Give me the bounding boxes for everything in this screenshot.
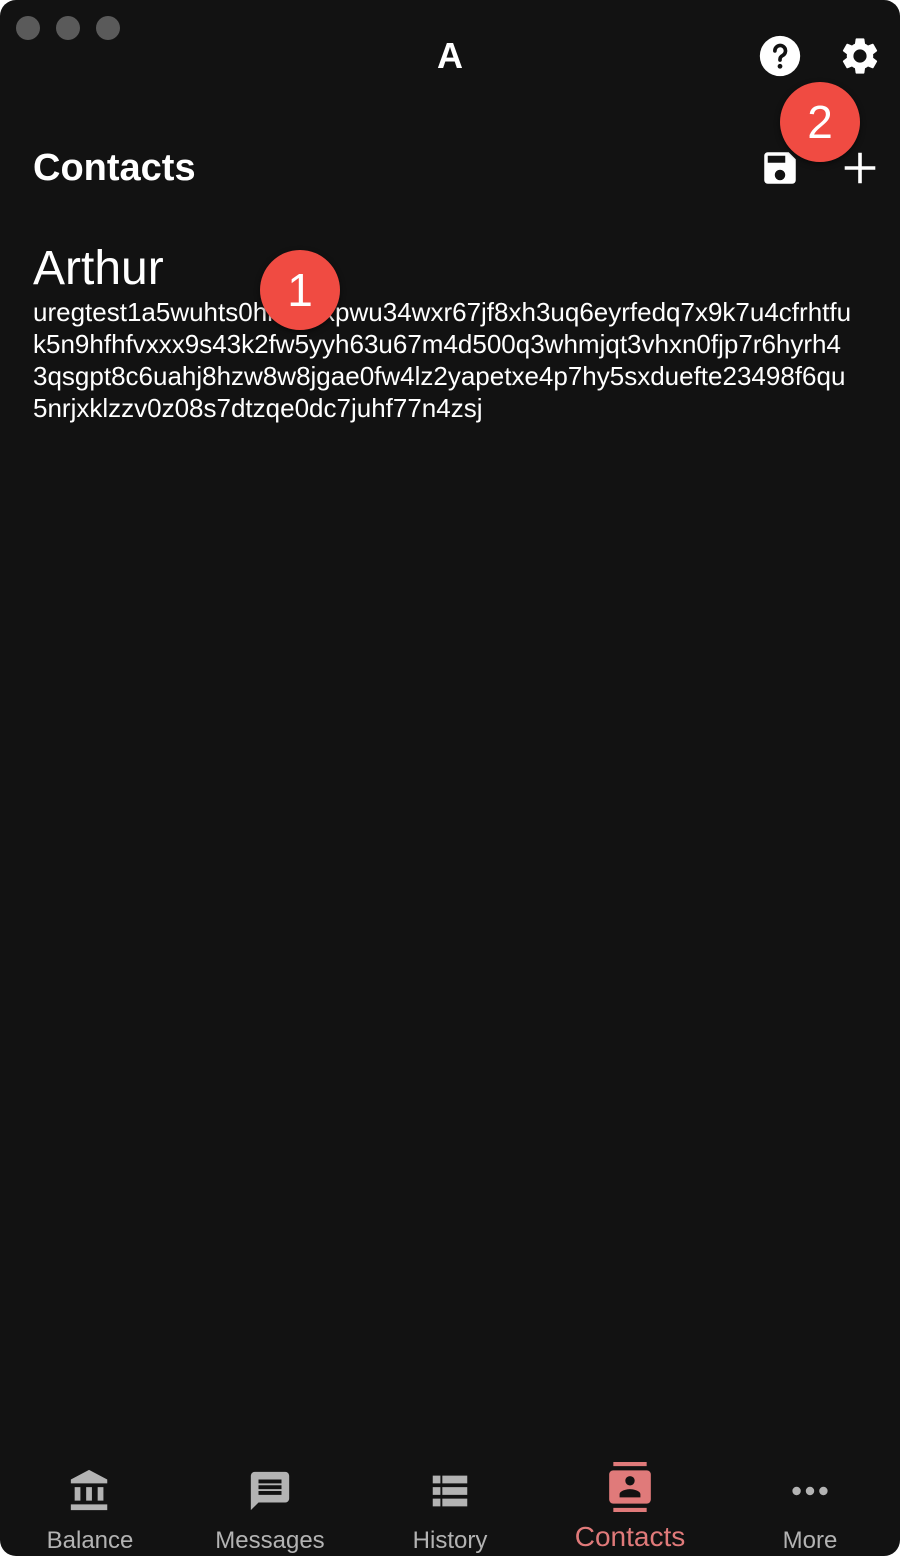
contacts-icon <box>609 1462 651 1512</box>
message-icon <box>250 1471 290 1511</box>
history-list-icon <box>432 1475 468 1507</box>
nav-label-balance: Balance <box>46 1527 134 1554</box>
contact-name: Arthur <box>33 242 164 295</box>
nav-label-contacts: Contacts <box>574 1521 686 1552</box>
contact-address: uregtest1a5wuhts0hmw4xpwu34wxr67jf8xh3uq… <box>33 297 852 423</box>
nav-item-history[interactable]: History <box>360 1440 540 1556</box>
bank-icon <box>70 1469 108 1511</box>
nav-label-messages: Messages <box>215 1527 325 1554</box>
settings-button[interactable] <box>836 32 884 80</box>
gear-icon <box>842 38 878 74</box>
nav-label-more: More <box>782 1527 838 1554</box>
more-dots-icon <box>792 1486 828 1496</box>
nav-item-balance[interactable]: Balance <box>0 1440 180 1556</box>
nav-item-messages[interactable]: Messages <box>180 1440 360 1556</box>
nav-label-history: History <box>412 1527 488 1554</box>
contact-list-item[interactable]: Arthur uregtest1a5wuhts0hmw4xpwu34wxr67j… <box>33 240 863 424</box>
annotation-badge-1: 1 <box>260 250 340 330</box>
annotation-badge-2: 2 <box>780 82 860 162</box>
help-circle-icon <box>759 35 801 77</box>
help-button[interactable] <box>756 32 804 80</box>
app-window: A Contacts Arthur uregtest1a5wuhts0hmw4x… <box>0 0 900 1556</box>
page-title: Contacts <box>33 147 196 189</box>
plus-icon <box>844 152 876 184</box>
bottom-navigation: Balance Messages History Contacts More <box>0 1440 900 1556</box>
nav-item-more[interactable]: More <box>720 1440 900 1556</box>
nav-item-contacts[interactable]: Contacts <box>540 1440 720 1556</box>
